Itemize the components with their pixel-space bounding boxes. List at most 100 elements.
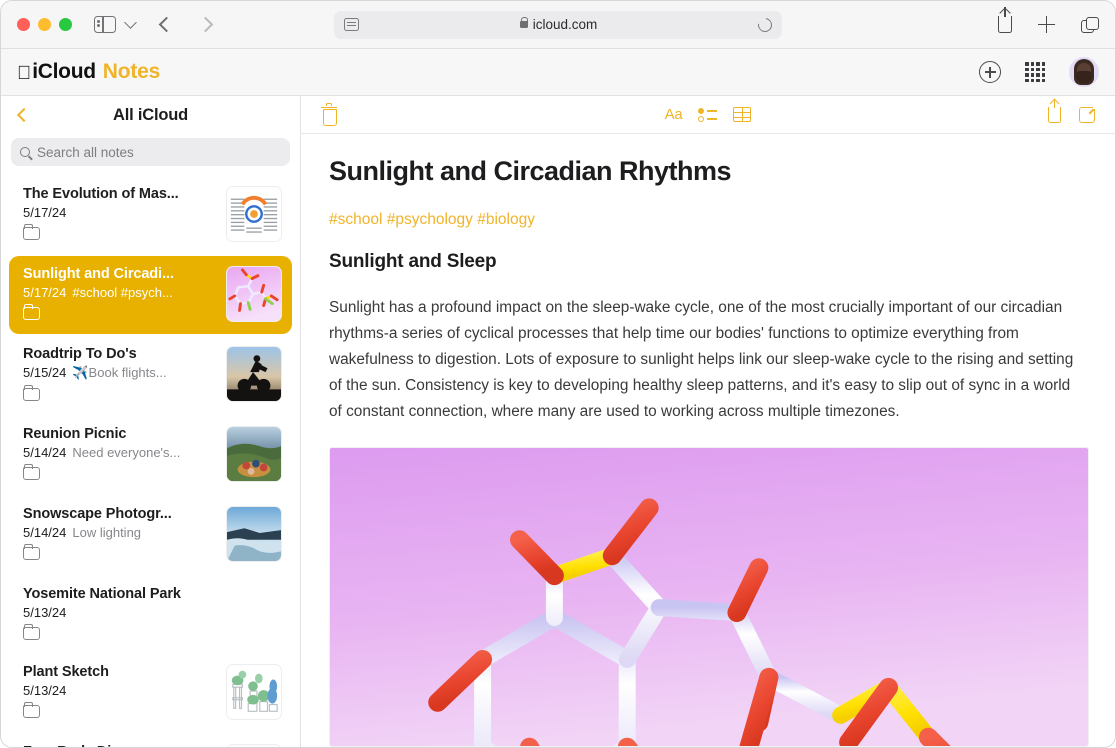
share-icon[interactable]	[1048, 107, 1061, 123]
sidebar-icon[interactable]	[94, 16, 116, 33]
note-item-date: 5/17/24	[23, 285, 66, 300]
minimize-window-button[interactable]	[38, 18, 51, 31]
notes-list-scroll[interactable]: The Evolution of Mas...5/17/24Sunlight a…	[1, 176, 300, 748]
note-heading: Sunlight and Sleep	[329, 251, 1085, 273]
address-display: icloud.com	[359, 17, 758, 32]
icloud-header-actions	[979, 57, 1099, 87]
note-item-title: The Evolution of Mas...	[23, 186, 216, 202]
note-list-item[interactable]: Sunlight and Circadi...5/17/24#school #p…	[9, 256, 292, 334]
note-list-item[interactable]: Roadtrip To Do's 5/15/24 ✈️Book flights...	[9, 336, 292, 414]
note-item-title: Yosemite National Park	[23, 586, 282, 602]
search-container	[1, 134, 300, 176]
address-text: icloud.com	[533, 17, 598, 32]
lock-icon	[520, 21, 528, 28]
note-list-item[interactable]: Yosemite National Park 5/13/24	[9, 576, 292, 652]
window-traffic-lights	[17, 18, 72, 31]
note-item-date: 5/13/24	[23, 605, 66, 620]
table-icon[interactable]	[733, 107, 751, 122]
close-window-button[interactable]	[17, 18, 30, 31]
note-list-item[interactable]: The Evolution of Mas...5/17/24	[9, 176, 292, 254]
note-item-meta: 5/14/24Need everyone's...	[23, 445, 216, 460]
sidebar-toggle-group[interactable]	[94, 16, 135, 33]
note-item-thumbnail	[226, 426, 282, 482]
tab-overview-icon[interactable]	[1081, 17, 1099, 33]
note-item-date: 5/13/24	[23, 683, 66, 698]
note-title: Sunlight and Circadian Rhythms	[329, 156, 1085, 187]
note-item-meta: 5/14/24 Low lighting	[23, 525, 216, 540]
note-item-snippet: Low lighting	[72, 525, 141, 540]
maximize-window-button[interactable]	[59, 18, 72, 31]
note-item-content: The Evolution of Mas...5/17/24	[23, 186, 216, 240]
note-item-title: Plant Sketch	[23, 664, 216, 680]
folder-icon	[23, 467, 40, 480]
compose-icon[interactable]	[1079, 107, 1095, 123]
note-item-snippet: #school #psych...	[72, 285, 172, 300]
address-bar[interactable]: icloud.com	[334, 11, 782, 39]
search-box[interactable]	[11, 138, 290, 166]
apple-logo-icon: 	[17, 64, 31, 83]
browser-toolbar: icloud.com	[1, 1, 1115, 49]
note-attached-image[interactable]	[329, 447, 1089, 747]
note-paragraph: Sunlight has a profound impact on the sl…	[329, 295, 1085, 425]
folder-icon	[23, 307, 40, 320]
format-text-button[interactable]: Aa	[665, 106, 683, 123]
note-item-title: Roadtrip To Do's	[23, 346, 216, 362]
note-item-thumbnail	[226, 744, 282, 748]
note-item-date: 5/15/24	[23, 365, 66, 381]
note-list-item[interactable]: Reunion Picnic5/14/24Need everyone's...	[9, 416, 292, 494]
note-item-thumbnail	[226, 186, 282, 242]
folder-icon	[23, 705, 40, 718]
notes-list-title: All iCloud	[15, 106, 286, 125]
notes-list-header: All iCloud	[1, 96, 300, 134]
note-body[interactable]: Sunlight and Circadian Rhythms #school #…	[301, 134, 1115, 748]
search-icon	[20, 147, 30, 157]
reader-view-icon[interactable]	[344, 18, 359, 31]
note-item-content: Snowscape Photogr... 5/14/24 Low lighting	[23, 506, 216, 560]
new-tab-icon[interactable]	[1038, 16, 1055, 33]
forward-arrow-icon[interactable]	[198, 17, 214, 33]
notes-list-panel: All iCloud The Evolution of Mas...5/17/2…	[1, 96, 301, 748]
icloud-app-header:  iCloud Notes	[1, 49, 1115, 96]
note-item-thumbnail	[226, 664, 282, 720]
reload-icon[interactable]	[755, 15, 774, 34]
icloud-brand[interactable]:  iCloud Notes	[17, 60, 160, 84]
note-item-title: Snowscape Photogr...	[23, 506, 216, 522]
note-item-content: Yosemite National Park 5/13/24	[23, 586, 282, 640]
note-list-item[interactable]: Snowscape Photogr... 5/14/24 Low lighting	[9, 496, 292, 574]
note-item-content: Roadtrip To Do's 5/15/24 ✈️Book flights...	[23, 346, 216, 401]
circle-plus-icon[interactable]	[979, 61, 1001, 83]
brand-app-label: Notes	[103, 60, 160, 84]
checklist-icon[interactable]	[698, 107, 717, 122]
note-tags[interactable]: #school #psychology #biology	[329, 211, 1085, 229]
note-item-snippet: Need everyone's...	[72, 445, 180, 460]
navigation-arrows	[161, 19, 211, 30]
folder-icon	[23, 388, 40, 401]
editor-toolbar-center: Aa	[301, 106, 1115, 123]
note-item-thumbnail	[226, 506, 282, 562]
editor-toolbar: Aa	[301, 96, 1115, 134]
note-item-snippet: ✈️Book flights...	[72, 365, 166, 381]
back-arrow-icon[interactable]	[159, 17, 175, 33]
note-list-item[interactable]: Free Body Diagrams	[9, 734, 292, 748]
trash-icon[interactable]	[321, 106, 336, 124]
note-item-meta: 5/13/24	[23, 683, 216, 698]
main-content: All iCloud The Evolution of Mas...5/17/2…	[1, 96, 1115, 748]
note-item-meta: 5/17/24 #school #psych...	[23, 285, 216, 300]
note-item-content: Reunion Picnic5/14/24Need everyone's...	[23, 426, 216, 480]
share-icon[interactable]	[998, 16, 1012, 33]
avatar[interactable]	[1069, 57, 1099, 87]
chevron-down-icon[interactable]	[124, 16, 137, 29]
note-item-content: Sunlight and Circadi...5/17/24#school #p…	[23, 266, 216, 320]
brand-icloud-label: iCloud	[32, 60, 96, 84]
note-item-date: 5/14/24	[23, 525, 66, 540]
folder-icon	[23, 227, 40, 240]
note-item-meta: 5/13/24	[23, 605, 282, 620]
note-editor: Aa Sunlight and Circadian Rhythms #schoo…	[301, 96, 1115, 748]
search-input[interactable]	[37, 145, 281, 160]
note-list-item[interactable]: Plant Sketch 5/13/24	[9, 654, 292, 732]
note-item-content: Free Body Diagrams	[23, 744, 216, 748]
safari-window: icloud.com  iCloud Notes	[0, 0, 1116, 748]
editor-toolbar-right	[1048, 107, 1095, 123]
browser-actions	[998, 16, 1099, 33]
app-grid-icon[interactable]	[1025, 62, 1045, 82]
